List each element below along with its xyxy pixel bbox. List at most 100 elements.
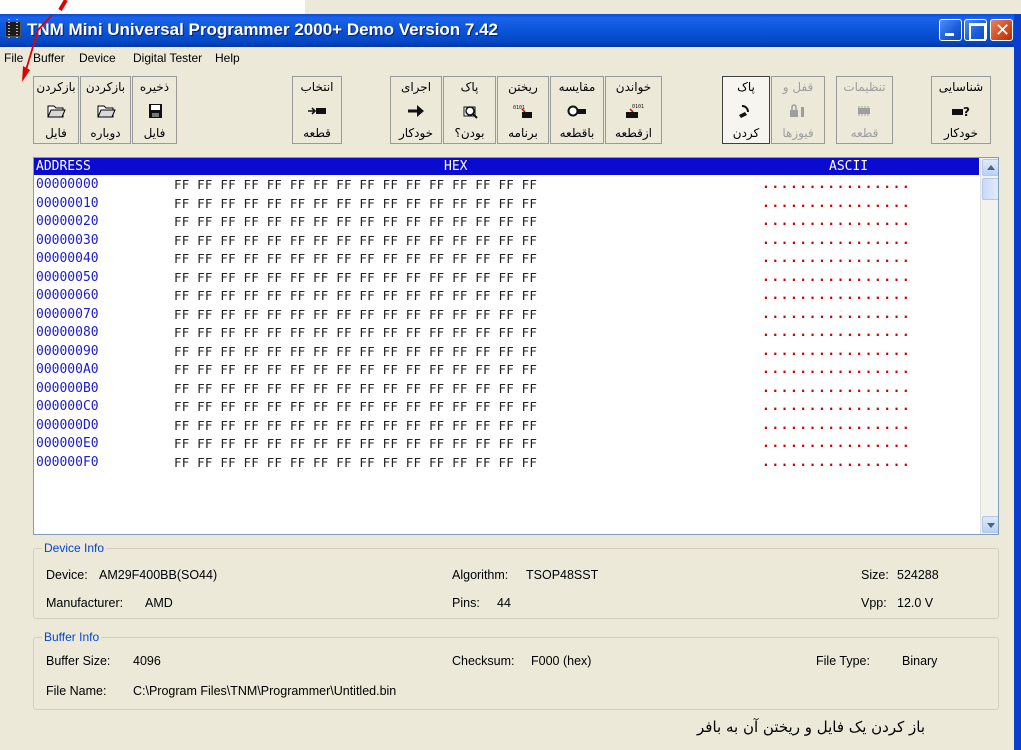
hex-row[interactable]: 00000020 FF FF FF FF FF FF FF FF FF FF FF… bbox=[34, 213, 979, 232]
toolbar-label: شناسایی bbox=[938, 80, 984, 94]
toolbar-label: برنامه bbox=[508, 126, 538, 140]
program-chip-icon: 0101 bbox=[513, 105, 532, 118]
title-bar[interactable]: TNM Mini Universal Programmer 2000+ Demo… bbox=[0, 14, 1021, 47]
buffer-info-group: Buffer Info bbox=[33, 630, 999, 710]
auto-detect-button[interactable]: شناسایی ? خودکار bbox=[931, 76, 991, 144]
blank-check-icon bbox=[463, 105, 478, 119]
pins-label: Pins: bbox=[452, 596, 480, 610]
hex-header: ADDRESS HEX ASCII bbox=[34, 158, 979, 175]
hex-ascii: ................ bbox=[762, 214, 912, 229]
hex-row[interactable]: 00000090 FF FF FF FF FF FF FF FF FF FF FF… bbox=[34, 343, 979, 362]
hex-row[interactable]: 00000040 FF FF FF FF FF FF FF FF FF FF FF… bbox=[34, 250, 979, 269]
hex-address: 00000090 bbox=[36, 343, 99, 359]
hex-bytes: FF FF FF FF FF FF FF FF FF FF FF FF FF F… bbox=[174, 380, 538, 396]
pins-value: 44 bbox=[497, 596, 511, 610]
hex-row[interactable]: 000000A0 FF FF FF FF FF FF FF FF FF FF FF… bbox=[34, 361, 979, 380]
toolbar-label: اجرای bbox=[400, 80, 432, 94]
hex-bytes: FF FF FF FF FF FF FF FF FF FF FF FF FF F… bbox=[174, 399, 538, 414]
hex-bytes: FF FF FF FF FF FF FF FF FF FF FF FF FF F… bbox=[174, 362, 538, 377]
save-file-button[interactable]: ذخیره فایل bbox=[132, 76, 177, 144]
hex-row[interactable]: 00000080 FF FF FF FF FF FF FF FF FF FF FF… bbox=[34, 324, 979, 343]
auto-run-button[interactable]: اجرای خودکار bbox=[390, 76, 442, 144]
file-name-value: C:\Program Files\TNM\Programmer\Untitled… bbox=[133, 684, 397, 698]
app-window: TNM Mini Universal Programmer 2000+ Demo… bbox=[0, 0, 1021, 750]
toolbar-label: ریختن bbox=[508, 80, 538, 94]
hex-bytes: FF FF FF FF FF FF FF FF FF FF FF FF FF F… bbox=[174, 454, 538, 470]
hex-ascii: ................ bbox=[762, 251, 912, 266]
hex-row[interactable]: 000000C0 FF FF FF FF FF FF FF FF FF FF FF… bbox=[34, 398, 979, 417]
toolbar-label: پاک bbox=[460, 80, 479, 94]
toolbar-label: دوباره bbox=[90, 126, 121, 140]
toolbar-label: بودن؟ bbox=[454, 126, 485, 140]
toolbar-label: خواندن bbox=[615, 80, 652, 94]
hex-ascii: ................ bbox=[762, 343, 912, 359]
verify-button[interactable]: مقایسه باقطعه bbox=[550, 76, 604, 144]
menu-bar: File Buffer Device Digital Tester Help bbox=[0, 48, 1021, 68]
buffer-size-label: Buffer Size: bbox=[46, 654, 111, 668]
toolbar-label: فایل bbox=[143, 126, 166, 140]
hex-address: 000000B0 bbox=[36, 380, 99, 396]
hex-ascii: ................ bbox=[762, 232, 912, 248]
hex-address: 00000020 bbox=[36, 214, 99, 229]
hex-row[interactable]: 00000060 FF FF FF FF FF FF FF FF FF FF FF… bbox=[34, 287, 979, 306]
maximize-button[interactable] bbox=[964, 19, 987, 41]
hex-row[interactable]: 00000030 FF FF FF FF FF FF FF FF FF FF FF… bbox=[34, 232, 979, 251]
scroll-thumb[interactable] bbox=[982, 178, 998, 200]
toolbar-label: فایل bbox=[45, 126, 67, 140]
hex-address: 00000060 bbox=[36, 288, 99, 303]
hex-row[interactable]: 000000F0 FF FF FF FF FF FF FF FF FF FF FF… bbox=[34, 454, 979, 473]
size-label: Size: bbox=[861, 568, 889, 582]
select-device-button[interactable]: انتخاب قطعه bbox=[292, 76, 342, 144]
device-settings-button[interactable]: تنظیمات قطعه bbox=[836, 76, 893, 144]
erase-icon bbox=[739, 104, 749, 118]
hex-row[interactable]: 000000B0 FF FF FF FF FF FF FF FF FF FF FF… bbox=[34, 380, 979, 399]
hex-row[interactable]: 00000050 FF FF FF FF FF FF FF FF FF FF FF… bbox=[34, 269, 979, 288]
hex-bytes: FF FF FF FF FF FF FF FF FF FF FF FF FF F… bbox=[174, 325, 538, 340]
buffer-info-legend: Buffer Info bbox=[42, 630, 102, 644]
hex-row[interactable]: 000000D0 FF FF FF FF FF FF FF FF FF FF FF… bbox=[34, 417, 979, 436]
hex-address: 00000050 bbox=[36, 269, 99, 285]
toolbar-label: باقطعه bbox=[559, 126, 595, 140]
menu-help[interactable]: Help bbox=[215, 51, 240, 65]
lock-fuses-button[interactable]: قفل و فیوزها bbox=[771, 76, 825, 144]
vertical-scrollbar[interactable] bbox=[980, 158, 998, 534]
hex-editor[interactable]: ADDRESS HEX ASCII 00000000 FF FF FF FF FF… bbox=[33, 157, 999, 535]
hex-bytes: FF FF FF FF FF FF FF FF FF FF FF FF FF F… bbox=[174, 343, 538, 359]
blank-check-button[interactable]: پاک بودن؟ bbox=[443, 76, 496, 144]
window-border bbox=[1014, 14, 1021, 750]
hex-bytes: FF FF FF FF FF FF FF FF FF FF FF FF FF F… bbox=[174, 288, 538, 303]
read-button[interactable]: خواندن 0101 ازقطعه bbox=[605, 76, 662, 144]
device-info-legend: Device Info bbox=[42, 541, 107, 555]
minimize-button[interactable] bbox=[939, 19, 962, 41]
hex-row[interactable]: 00000070 FF FF FF FF FF FF FF FF FF FF FF… bbox=[34, 306, 979, 325]
file-type-label: File Type: bbox=[816, 654, 870, 668]
algorithm-label: Algorithm: bbox=[452, 568, 509, 582]
erase-button[interactable]: پاک کردن bbox=[722, 76, 770, 144]
hex-address: 00000080 bbox=[36, 325, 99, 340]
toolbar-label: خودکار bbox=[943, 126, 979, 140]
address-column-header: ADDRESS bbox=[36, 159, 91, 174]
hex-ascii: ................ bbox=[762, 399, 912, 414]
toolbar-label: پاک bbox=[737, 80, 755, 94]
hex-ascii: ................ bbox=[762, 454, 912, 470]
menu-digital-tester[interactable]: Digital Tester bbox=[133, 51, 202, 65]
hex-bytes: FF FF FF FF FF FF FF FF FF FF FF FF FF F… bbox=[174, 177, 538, 192]
svg-text:?: ? bbox=[963, 105, 970, 119]
chip-settings-icon bbox=[857, 105, 870, 116]
hex-ascii: ................ bbox=[762, 269, 912, 285]
hex-bytes: FF FF FF FF FF FF FF FF FF FF FF FF FF F… bbox=[174, 195, 538, 211]
lock-fuse-icon bbox=[790, 103, 804, 117]
scroll-down-icon[interactable] bbox=[982, 516, 998, 533]
hex-ascii: ................ bbox=[762, 288, 912, 303]
close-button[interactable]: ✕ bbox=[990, 19, 1013, 41]
program-button[interactable]: ریختن 0101 برنامه bbox=[497, 76, 549, 144]
hex-row[interactable]: 000000E0 FF FF FF FF FF FF FF FF FF FF FF… bbox=[34, 435, 979, 454]
hex-row[interactable]: 00000010 FF FF FF FF FF FF FF FF FF FF FF… bbox=[34, 195, 979, 214]
buffer-size-value: 4096 bbox=[133, 654, 161, 668]
hex-row[interactable]: 00000000 FF FF FF FF FF FF FF FF FF FF FF… bbox=[34, 176, 979, 195]
device-label: Device: bbox=[46, 568, 88, 582]
scroll-up-icon[interactable] bbox=[982, 159, 998, 176]
toolbar-label: انتخاب bbox=[300, 80, 334, 94]
vpp-label: Vpp: bbox=[861, 596, 887, 610]
hex-ascii: ................ bbox=[762, 177, 912, 192]
